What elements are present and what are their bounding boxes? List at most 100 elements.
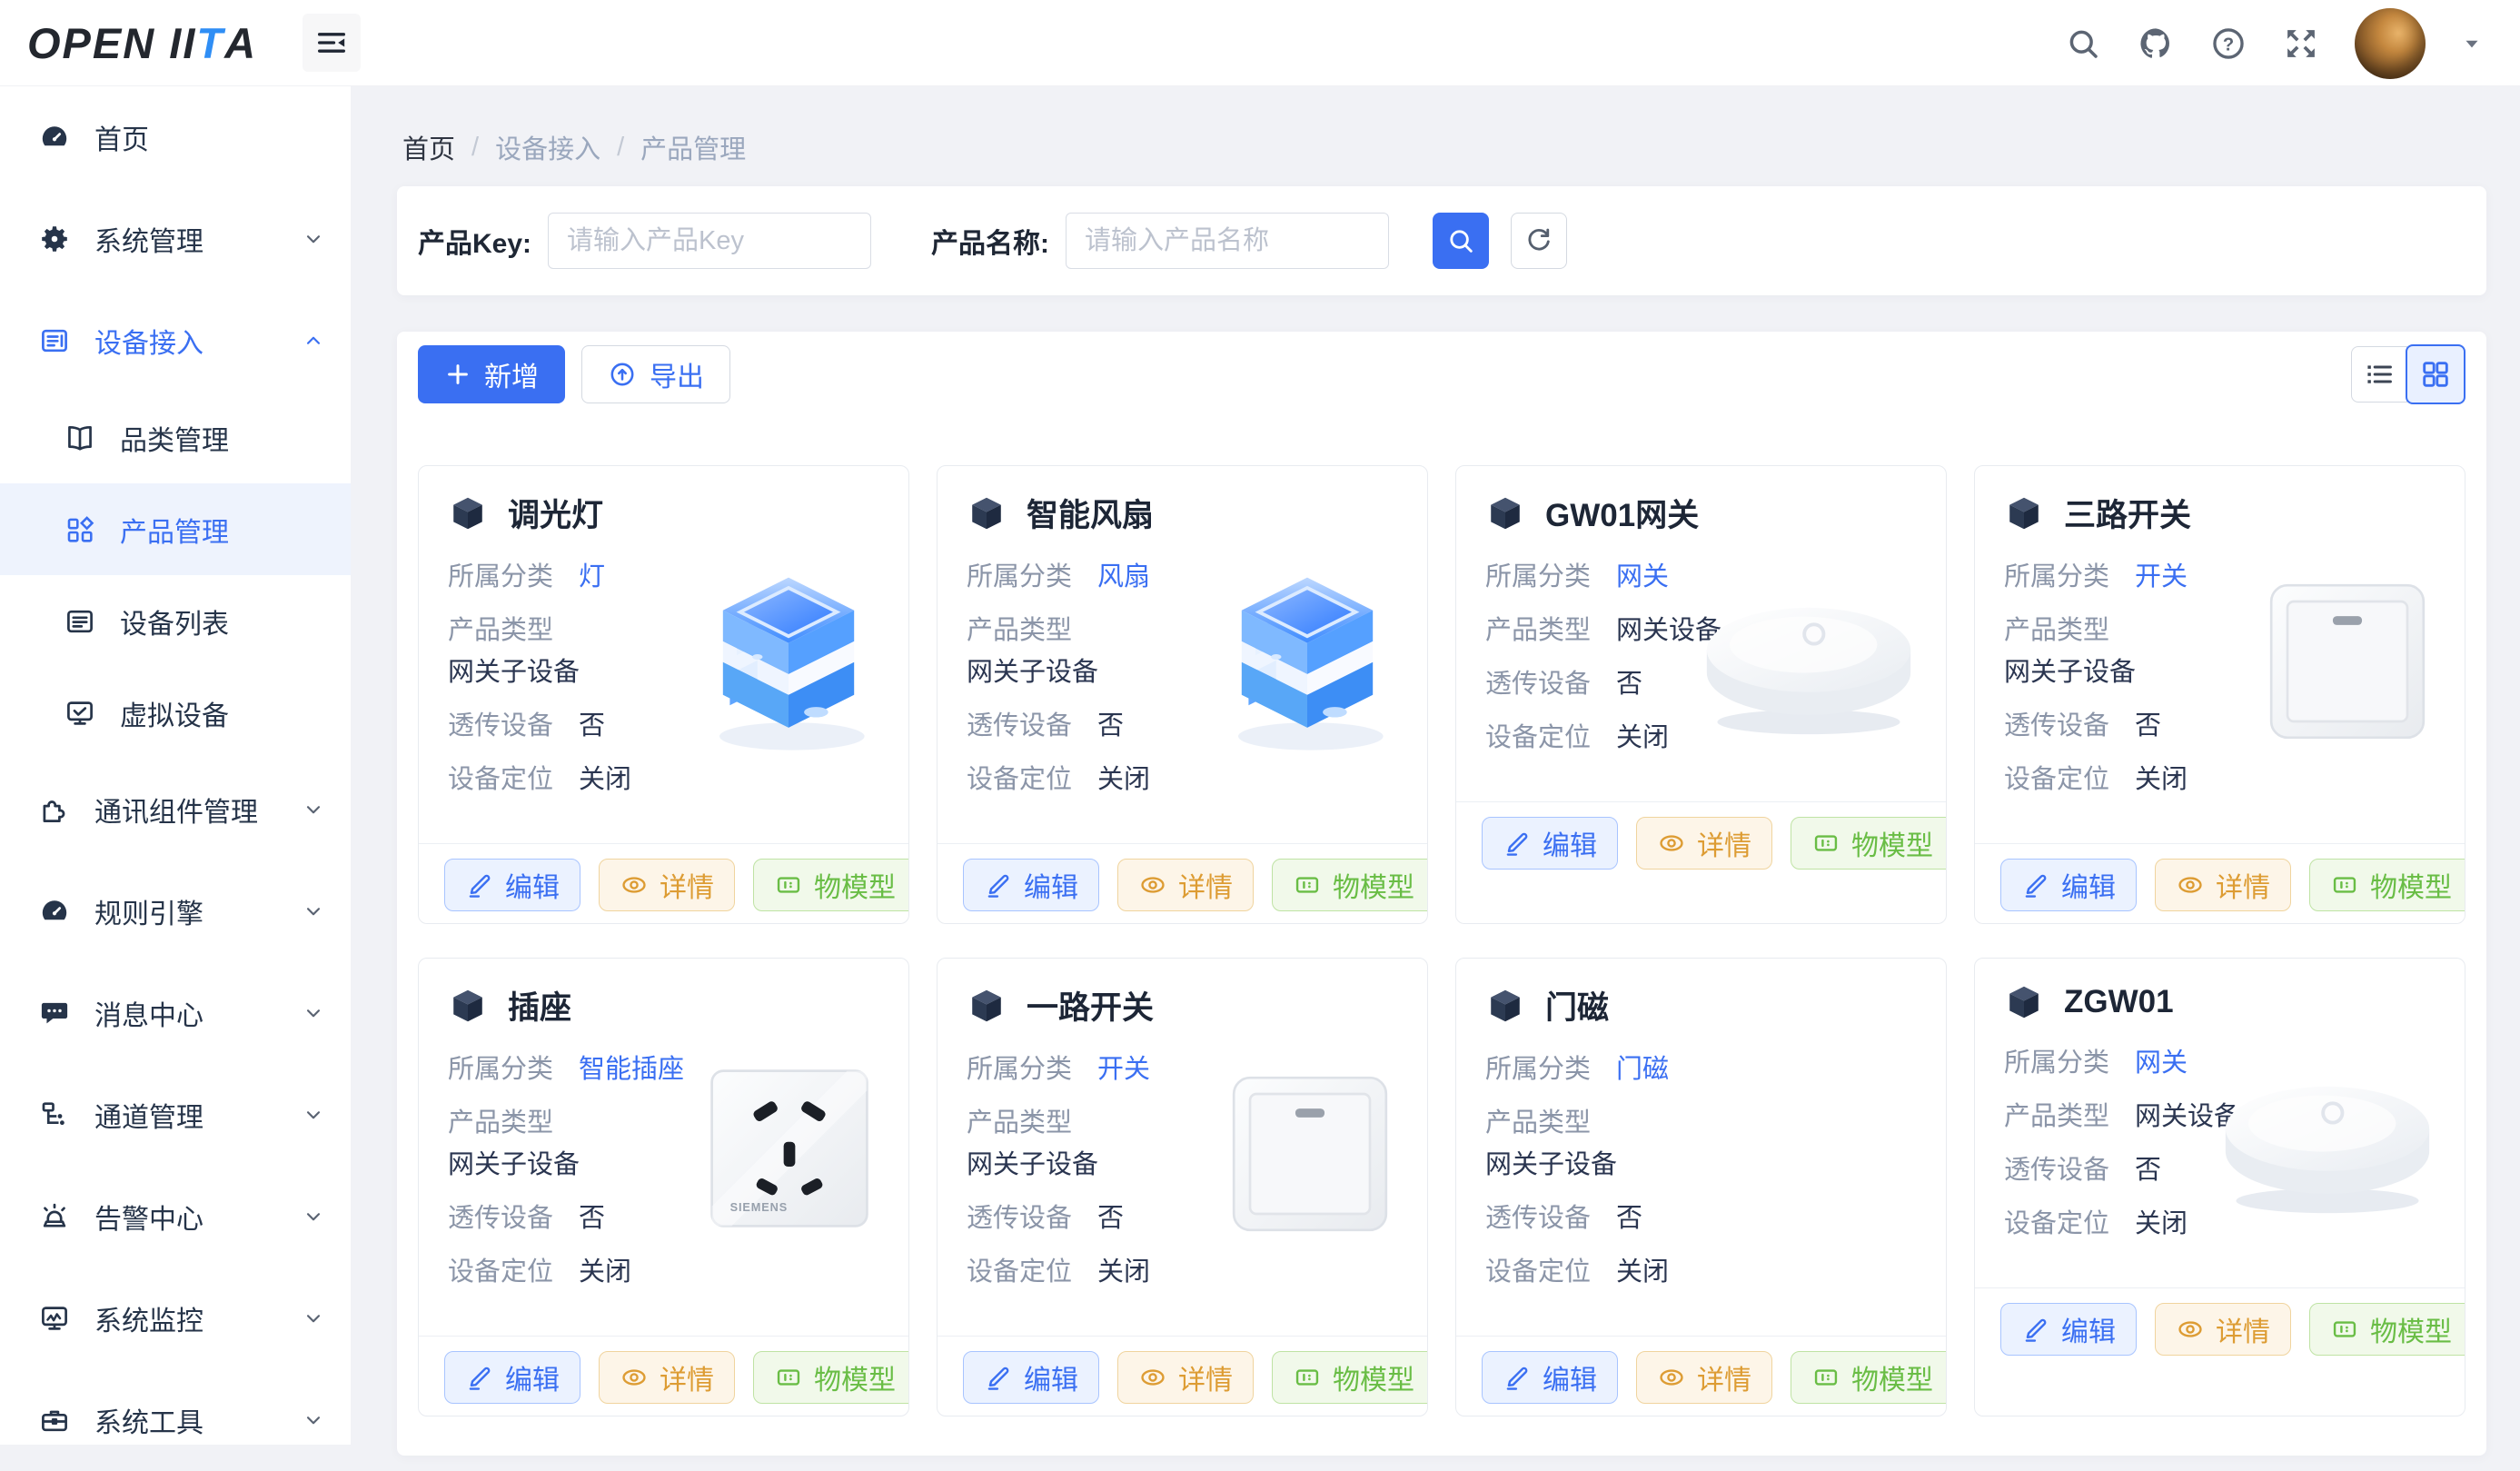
search-icon[interactable] bbox=[2064, 25, 2102, 63]
model-button[interactable]: 物模型 bbox=[1272, 1351, 1428, 1404]
sidebar-item-system-monitor[interactable]: 系统监控 bbox=[0, 1267, 351, 1369]
sidebar-item-category-management[interactable]: 品类管理 bbox=[0, 392, 351, 483]
detail-button[interactable]: 详情 bbox=[599, 1351, 735, 1404]
type-label: 产品类型 bbox=[2004, 1102, 2109, 1131]
add-button[interactable]: 新增 bbox=[418, 345, 565, 403]
product-title: 门磁 bbox=[1545, 982, 1609, 1029]
chevron-up-icon bbox=[302, 329, 325, 353]
breadcrumb-separator: / bbox=[617, 133, 624, 163]
category-link[interactable]: 风扇 bbox=[1097, 562, 1150, 591]
product-image-switch bbox=[2250, 564, 2445, 759]
edit-button[interactable]: 编辑 bbox=[963, 859, 1099, 911]
cube-icon bbox=[2004, 493, 2044, 533]
passthrough-value: 否 bbox=[2135, 1156, 2161, 1185]
eye-icon bbox=[1138, 1363, 1167, 1392]
category-link[interactable]: 开关 bbox=[2135, 562, 2188, 591]
sidebar-item-channel-management[interactable]: 通道管理 bbox=[0, 1064, 351, 1166]
card-actions: 编辑 详情 物模型 bbox=[1975, 1287, 2465, 1356]
category-link[interactable]: 开关 bbox=[1097, 1055, 1150, 1084]
model-button[interactable]: 物模型 bbox=[1791, 817, 1947, 870]
model-button[interactable]: 物模型 bbox=[1791, 1351, 1947, 1404]
sidebar-item-alert-center[interactable]: 告警中心 bbox=[0, 1166, 351, 1267]
detail-button[interactable]: 详情 bbox=[2155, 859, 2291, 911]
sidebar-item-device-access[interactable]: 设备接入 bbox=[0, 290, 351, 392]
passthrough-label: 透传设备 bbox=[2004, 711, 2109, 740]
category-link[interactable]: 门磁 bbox=[1616, 1055, 1669, 1084]
card-actions: 编辑 详情 物模型 bbox=[938, 843, 1427, 911]
edit-button[interactable]: 编辑 bbox=[2000, 1303, 2137, 1356]
edit-button[interactable]: 编辑 bbox=[444, 859, 580, 911]
detail-button[interactable]: 详情 bbox=[1117, 1351, 1254, 1404]
category-link[interactable]: 网关 bbox=[1616, 562, 1669, 591]
product-key-label: 产品Key: bbox=[418, 221, 531, 261]
category-link[interactable]: 灯 bbox=[579, 562, 605, 591]
reset-button[interactable] bbox=[1511, 213, 1567, 269]
chevron-down-icon[interactable] bbox=[2460, 32, 2484, 55]
type-value: 网关子设备 bbox=[1485, 1148, 1917, 1182]
edit-label: 编辑 bbox=[1543, 823, 1597, 863]
add-button-label: 新增 bbox=[484, 354, 539, 394]
sidebar-item-comm-components[interactable]: 通讯组件管理 bbox=[0, 759, 351, 860]
help-icon[interactable] bbox=[2209, 25, 2247, 63]
cube-icon bbox=[2004, 982, 2044, 1022]
sidebar-item-label: 系统管理 bbox=[94, 219, 302, 259]
model-label: 物模型 bbox=[1333, 865, 1414, 905]
breadcrumb: 首页 / 设备接入 / 产品管理 bbox=[402, 128, 746, 166]
edit-button[interactable]: 编辑 bbox=[963, 1351, 1099, 1404]
refresh-icon bbox=[1523, 225, 1554, 256]
product-key-input[interactable] bbox=[548, 213, 871, 269]
edit-button[interactable]: 编辑 bbox=[2000, 859, 2137, 911]
export-button[interactable]: 导出 bbox=[581, 345, 730, 403]
product-grid: 调光灯 所属分类灯 产品类型网关子设备 透传设备否 设备定位关闭 编辑 详情 物… bbox=[418, 465, 2465, 1416]
sidebar-item-rule-engine[interactable]: 规则引擎 bbox=[0, 860, 351, 962]
eye-icon bbox=[2176, 870, 2205, 899]
category-link[interactable]: 网关 bbox=[2135, 1049, 2188, 1078]
edit-button[interactable]: 编辑 bbox=[1482, 817, 1618, 870]
logo-accent: T bbox=[196, 18, 224, 68]
sidebar-item-virtual-device[interactable]: 虚拟设备 bbox=[0, 667, 351, 759]
sidebar-item-message-center[interactable]: 消息中心 bbox=[0, 962, 351, 1064]
sidebar-item-system-tools[interactable]: 系统工具 bbox=[0, 1369, 351, 1471]
edit-button[interactable]: 编辑 bbox=[444, 1351, 580, 1404]
detail-button[interactable]: 详情 bbox=[599, 859, 735, 911]
detail-button[interactable]: 详情 bbox=[1636, 817, 1772, 870]
product-image-cube bbox=[685, 553, 892, 760]
passthrough-label: 透传设备 bbox=[2004, 1156, 2109, 1185]
detail-button[interactable]: 详情 bbox=[2155, 1303, 2291, 1356]
list-view-button[interactable] bbox=[2351, 346, 2407, 403]
locate-label: 设备定位 bbox=[448, 1257, 553, 1287]
logo-text: OPEN II bbox=[27, 18, 196, 68]
pencil-icon bbox=[984, 1363, 1013, 1392]
product-card: 三路开关 所属分类开关 产品类型网关子设备 透传设备否 设备定位关闭 编辑 详情… bbox=[1974, 465, 2465, 924]
model-button[interactable]: 物模型 bbox=[2309, 1303, 2465, 1356]
sidebar-item-device-list[interactable]: 设备列表 bbox=[0, 575, 351, 667]
product-name-input[interactable] bbox=[1066, 213, 1389, 269]
product-title: 一路开关 bbox=[1027, 982, 1154, 1029]
locate-value: 关闭 bbox=[2135, 1209, 2188, 1238]
model-button[interactable]: 物模型 bbox=[753, 1351, 909, 1404]
sidebar-item-label: 系统监控 bbox=[94, 1298, 302, 1338]
card-actions: 编辑 详情 物模型 bbox=[1456, 1336, 1946, 1404]
sidebar-item-system-management[interactable]: 系统管理 bbox=[0, 188, 351, 290]
sidebar-collapse-button[interactable] bbox=[303, 14, 361, 72]
product-card: GW01网关 所属分类网关 产品类型网关设备 透传设备否 设备定位关闭 编辑 详… bbox=[1455, 465, 1947, 924]
passthrough-label: 透传设备 bbox=[448, 711, 553, 740]
github-icon[interactable] bbox=[2137, 25, 2175, 63]
model-button[interactable]: 物模型 bbox=[1272, 859, 1428, 911]
grid-view-button[interactable] bbox=[2406, 344, 2465, 404]
search-button[interactable] bbox=[1433, 213, 1489, 269]
edit-button[interactable]: 编辑 bbox=[1482, 1351, 1618, 1404]
sidebar-item-product-management[interactable]: 产品管理 bbox=[0, 483, 351, 575]
product-card: 插座 所属分类智能插座 产品类型网关子设备 透传设备否 设备定位关闭 编辑 详情… bbox=[418, 958, 909, 1416]
avatar[interactable] bbox=[2355, 8, 2426, 79]
model-button[interactable]: 物模型 bbox=[2309, 859, 2465, 911]
fullscreen-icon[interactable] bbox=[2282, 25, 2320, 63]
sidebar-item-home[interactable]: 首页 bbox=[0, 86, 351, 188]
breadcrumb-section[interactable]: 设备接入 bbox=[495, 128, 600, 166]
detail-button[interactable]: 详情 bbox=[1117, 859, 1254, 911]
breadcrumb-home[interactable]: 首页 bbox=[402, 128, 455, 166]
model-button[interactable]: 物模型 bbox=[753, 859, 909, 911]
category-link[interactable]: 智能插座 bbox=[579, 1055, 684, 1084]
type-label: 产品类型 bbox=[1485, 616, 1591, 645]
detail-button[interactable]: 详情 bbox=[1636, 1351, 1772, 1404]
